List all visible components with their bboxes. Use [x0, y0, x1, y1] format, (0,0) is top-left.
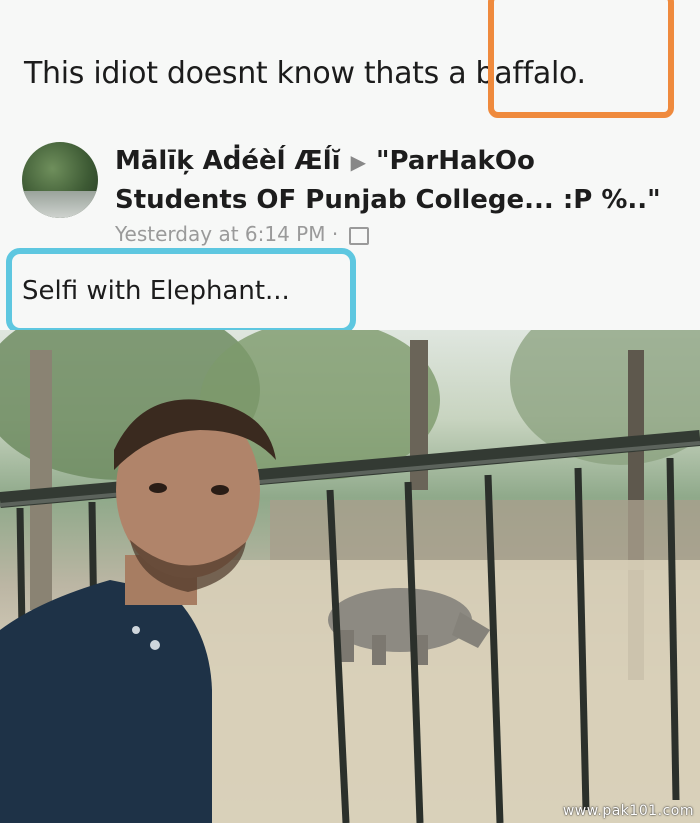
post-header: Mālīķ Aḋéèĺ Æĺĭ ▶ "ParHakOo Students OF Pu… [0, 134, 700, 254]
watermark: www.pak101.com [562, 803, 694, 819]
timestamp[interactable]: Yesterday at 6:14 PM [115, 222, 326, 246]
photo-scene [0, 330, 700, 823]
group-privacy-icon [348, 226, 369, 245]
author-name[interactable]: Mālīķ Aḋéèĺ Æĺĭ [115, 146, 341, 176]
blue-highlight-mark [6, 248, 356, 334]
avatar[interactable] [22, 142, 98, 218]
selfie-photo[interactable]: www.pak101.com [0, 330, 700, 823]
post-meta: Yesterday at 6:14 PM · [115, 222, 369, 246]
orange-highlight-mark [488, 0, 674, 118]
author-line: Mālīķ Aḋéèĺ Æĺĭ ▶ "ParHakOo Students OF Pu… [115, 142, 675, 219]
triangle-right-icon: ▶ [350, 150, 366, 174]
